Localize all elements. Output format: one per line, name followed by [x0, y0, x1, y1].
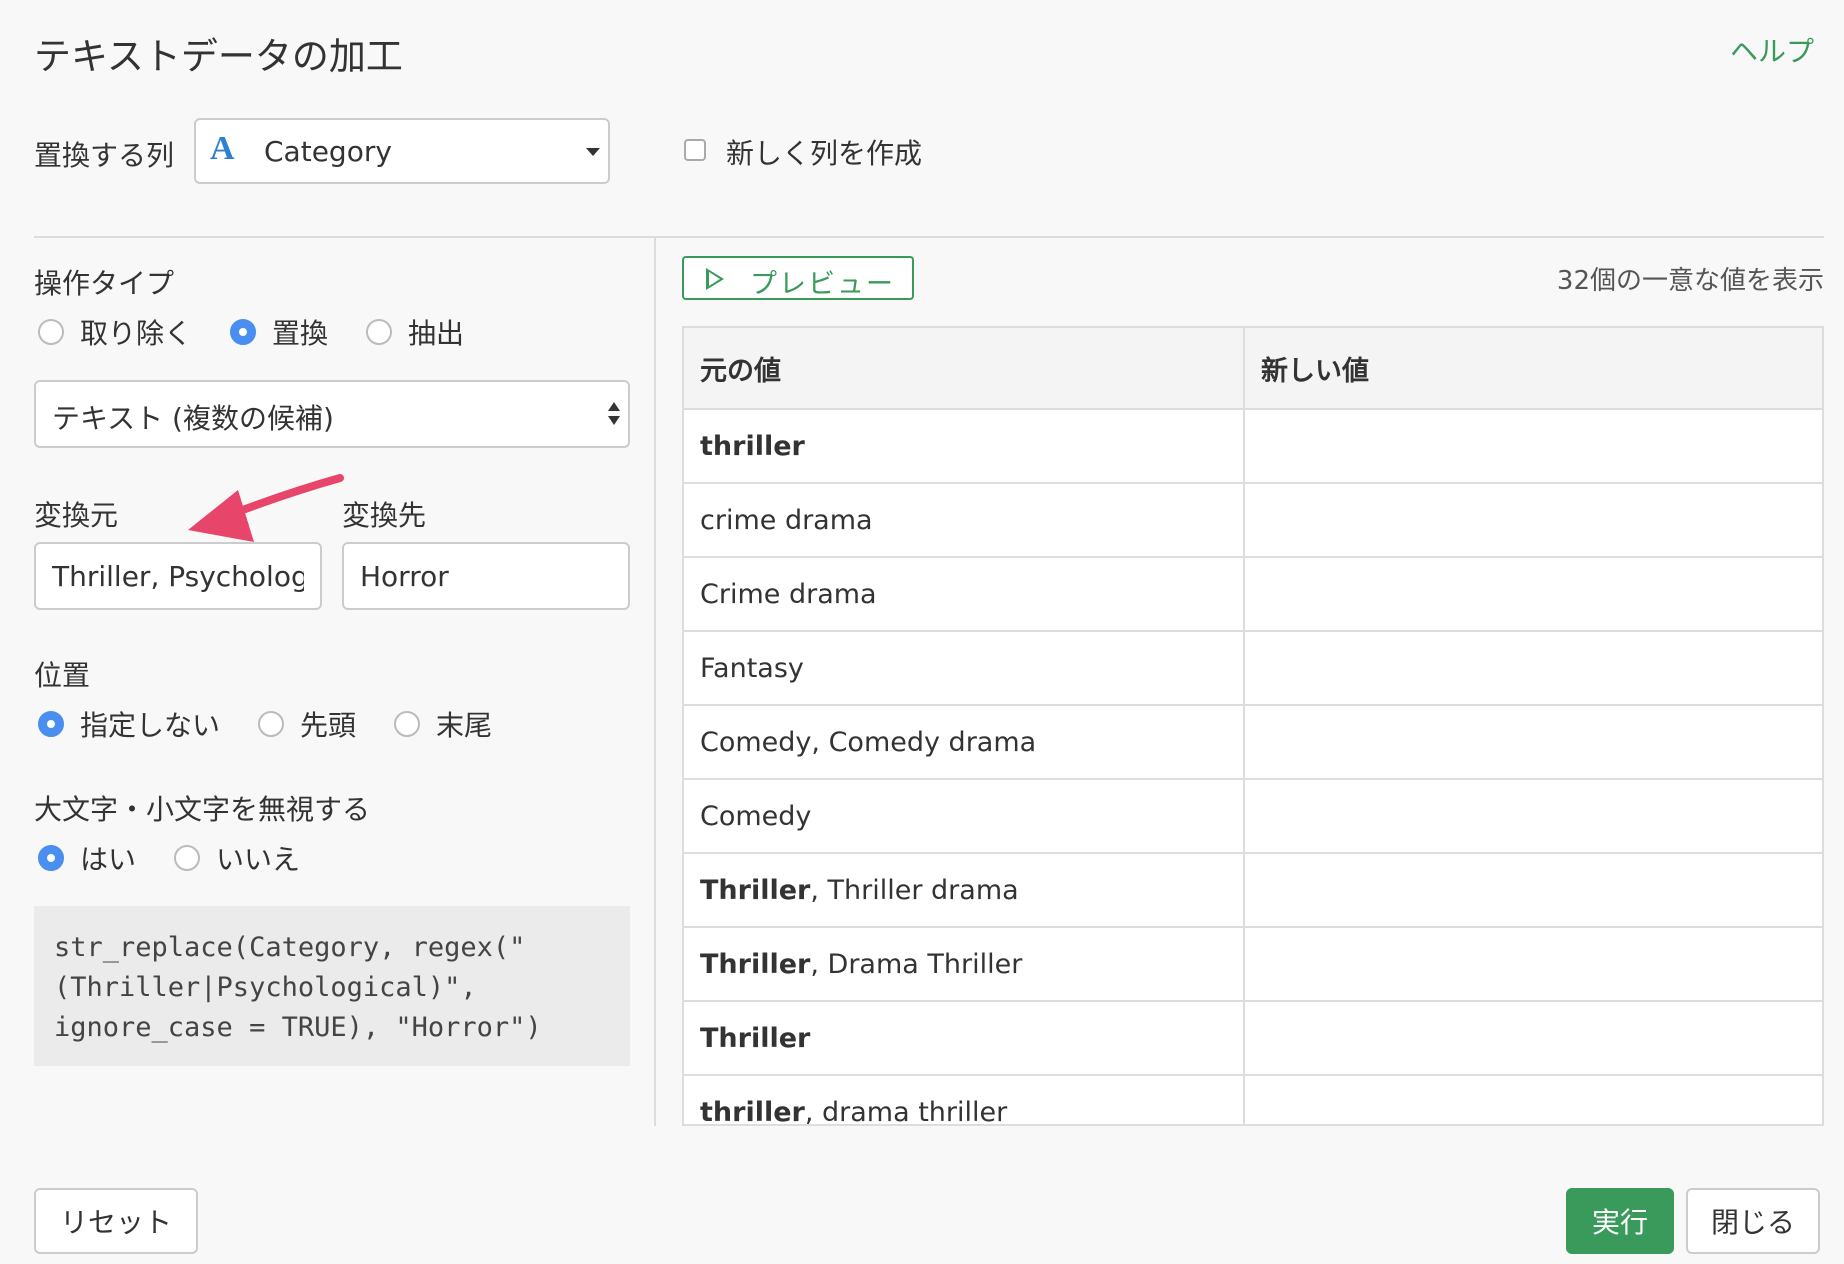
match-highlight: thriller: [700, 1096, 805, 1126]
radio-remove-label: 取り除く: [80, 317, 193, 350]
table-row: Comedy: [684, 779, 1822, 854]
radio-position-none-label: 指定しない: [80, 709, 221, 742]
column-select-value: Category: [264, 135, 392, 168]
chevron-down-icon: [608, 416, 620, 425]
reset-button[interactable]: リセット: [34, 1188, 198, 1254]
new-column-label: 新しく列を作成: [726, 137, 923, 170]
ignore-case-label: 大文字・小文字を無視する: [34, 793, 371, 826]
run-button[interactable]: 実行: [1566, 1188, 1674, 1254]
radio-position-none[interactable]: [38, 711, 64, 737]
new-value-cell: [1244, 409, 1822, 484]
radio-ignore-case-yes[interactable]: [38, 845, 64, 871]
close-button[interactable]: 閉じる: [1686, 1188, 1820, 1254]
original-value-rest: Comedy: [700, 800, 812, 832]
original-value-cell: thriller: [684, 409, 1245, 484]
preview-table[interactable]: 元の値 新しい値 thriller crime drama Crime drama F…: [682, 326, 1824, 1126]
original-value-cell: Thriller, Thriller drama: [684, 853, 1245, 928]
table-row: Thriller, Thriller drama: [684, 853, 1822, 928]
original-value-rest: crime drama: [700, 504, 873, 536]
table-row: crime drama: [684, 483, 1822, 558]
header-new-value: 新しい値: [1244, 328, 1822, 410]
match-method-select[interactable]: テキスト (複数の候補): [34, 380, 630, 448]
radio-replace[interactable]: [230, 319, 256, 345]
generated-code: str_replace(Category, regex(" (Thriller|…: [34, 906, 630, 1066]
original-value-cell: thriller, drama thriller: [684, 1075, 1245, 1126]
table-row: Crime drama: [684, 557, 1822, 632]
to-label: 変換先: [342, 499, 427, 532]
match-highlight: Thriller: [700, 1022, 811, 1054]
original-value-cell: Fantasy: [684, 631, 1245, 706]
preview-button-label: プレビュー: [750, 269, 895, 300]
match-highlight: Thriller: [700, 874, 811, 906]
to-input[interactable]: [342, 542, 630, 610]
new-value-cell: [1244, 557, 1822, 632]
table-header-row: 元の値 新しい値: [684, 328, 1822, 410]
radio-ignore-case-no-label: いいえ: [216, 843, 301, 876]
new-value-cell: [1244, 483, 1822, 558]
header-original-value: 元の値: [684, 328, 1245, 410]
original-value-cell: Crime drama: [684, 557, 1245, 632]
help-link[interactable]: ヘルプ: [1730, 30, 1814, 70]
preview-button[interactable]: プレビュー: [682, 256, 914, 300]
operation-type-label: 操作タイプ: [34, 267, 175, 300]
chevron-up-icon: [608, 402, 620, 411]
original-value-rest: , drama thriller: [804, 1096, 1008, 1126]
radio-extract[interactable]: [366, 319, 392, 345]
original-value-rest: , Drama Thriller: [810, 948, 1023, 980]
dialog-title: テキストデータの加工: [34, 35, 403, 78]
new-column-checkbox[interactable]: [684, 139, 706, 161]
original-value-rest: , Thriller drama: [810, 874, 1019, 906]
radio-extract-label: 抽出: [408, 317, 465, 350]
new-value-cell: [1244, 927, 1822, 1002]
radio-replace-label: 置換: [272, 317, 329, 350]
table-row: thriller, drama thriller: [684, 1075, 1822, 1126]
play-icon: [706, 268, 724, 290]
divider-horizontal: [34, 236, 1824, 238]
from-input[interactable]: [34, 542, 322, 610]
original-value-cell: Thriller: [684, 1001, 1245, 1076]
match-highlight: Thriller: [700, 948, 811, 980]
new-value-cell: [1244, 779, 1822, 854]
radio-position-start-label: 先頭: [300, 709, 357, 742]
table-row: Fantasy: [684, 631, 1822, 706]
radio-ignore-case-no[interactable]: [174, 845, 200, 871]
original-value-rest: Comedy, Comedy drama: [700, 726, 1037, 758]
original-value-rest: Crime drama: [700, 578, 877, 610]
character-type-icon: A: [210, 130, 235, 167]
radio-position-end-label: 末尾: [436, 709, 493, 742]
chevron-down-icon: [586, 148, 600, 156]
match-method-value: テキスト (複数の候補): [52, 402, 334, 435]
radio-position-start[interactable]: [258, 711, 284, 737]
radio-ignore-case-yes-label: はい: [80, 843, 137, 876]
radio-position-end[interactable]: [394, 711, 420, 737]
original-value-cell: Comedy, Comedy drama: [684, 705, 1245, 780]
table-row: Thriller, Drama Thriller: [684, 927, 1822, 1002]
table-row: Comedy, Comedy drama: [684, 705, 1822, 780]
unique-count-text: 32個の一意な値を表示: [1556, 266, 1824, 296]
divider-vertical: [654, 238, 656, 1126]
original-value-cell: crime drama: [684, 483, 1245, 558]
column-select[interactable]: A Category: [194, 118, 610, 184]
match-highlight: thriller: [700, 430, 805, 462]
code-line: ignore_case = TRUE), "Horror"): [54, 1012, 542, 1043]
new-value-cell: [1244, 1001, 1822, 1076]
radio-remove[interactable]: [38, 319, 64, 345]
position-label: 位置: [34, 659, 91, 692]
from-label: 変換元: [34, 499, 119, 532]
table-row: Thriller: [684, 1001, 1822, 1076]
code-line: str_replace(Category, regex(": [54, 932, 526, 963]
original-value-rest: Fantasy: [700, 652, 804, 684]
new-value-cell: [1244, 1075, 1822, 1124]
table-row: thriller: [684, 409, 1822, 484]
original-value-cell: Thriller, Drama Thriller: [684, 927, 1245, 1002]
new-value-cell: [1244, 705, 1822, 780]
new-value-cell: [1244, 631, 1822, 706]
annotation-arrow-icon: [188, 474, 344, 542]
column-label: 置換する列: [34, 139, 175, 172]
original-value-cell: Comedy: [684, 779, 1245, 854]
code-line: (Thriller|Psychological)",: [54, 972, 477, 1003]
new-value-cell: [1244, 853, 1822, 928]
